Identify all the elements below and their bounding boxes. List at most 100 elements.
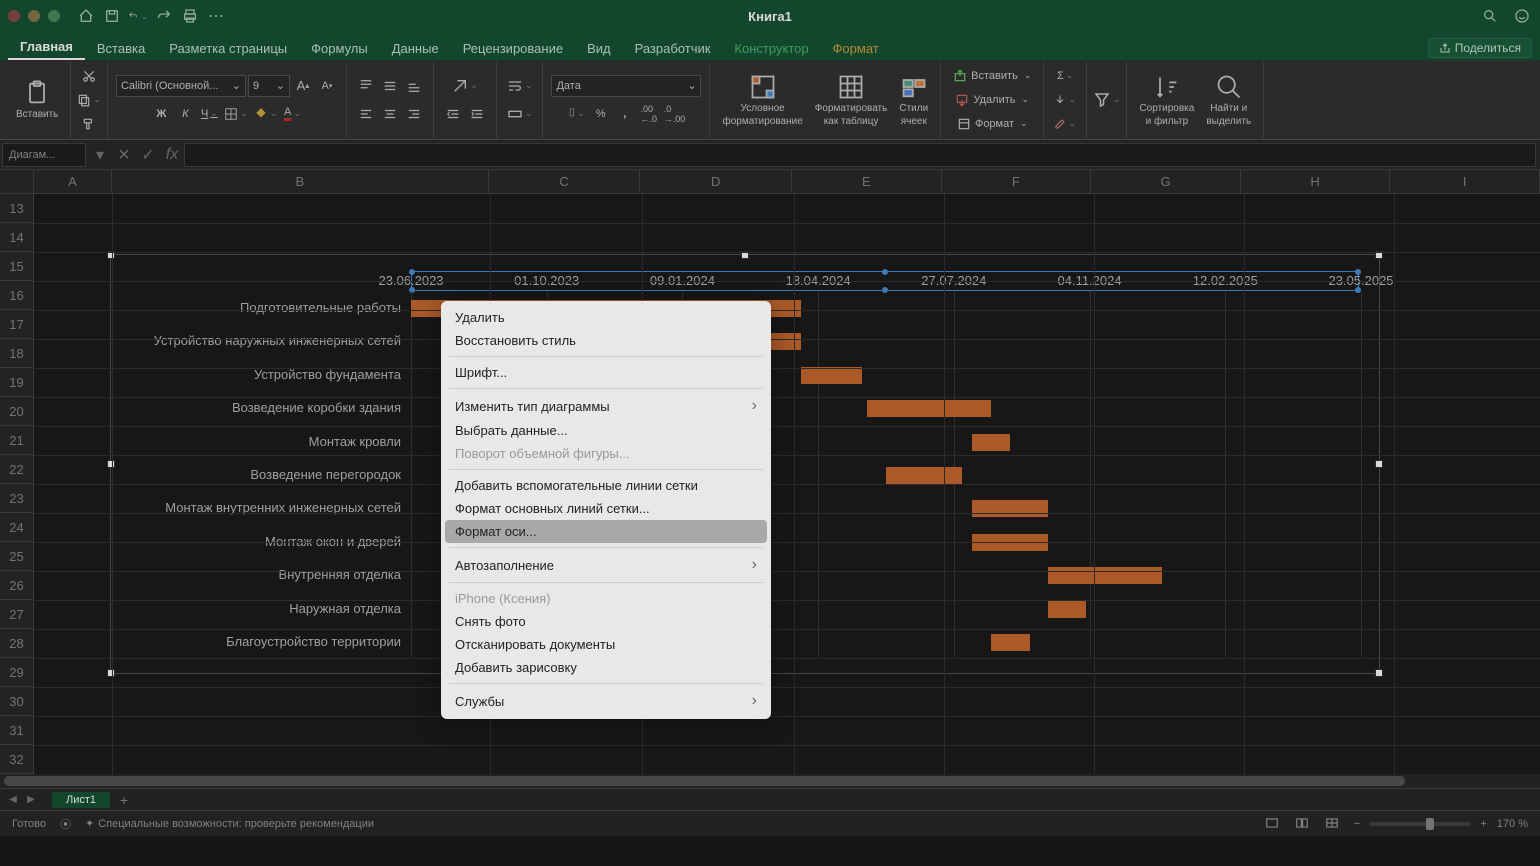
gantt-bar[interactable] — [886, 467, 962, 484]
column-header-H[interactable]: H — [1241, 170, 1391, 193]
find-select-button[interactable]: Найти ивыделить — [1202, 71, 1255, 129]
record-macro-icon[interactable]: ⦿ — [60, 816, 71, 832]
qat-more-icon[interactable]: ⋯ — [206, 6, 226, 26]
sheet-nav-prev[interactable]: ◀ — [4, 791, 22, 809]
fullscreen-window-button[interactable] — [48, 10, 60, 22]
font-size-combo[interactable]: 9⌄ — [248, 75, 290, 97]
page-layout-view-button[interactable] — [1294, 816, 1314, 832]
orientation-button[interactable] — [450, 75, 480, 97]
font-name-combo[interactable]: Calibri (Основной...⌄ — [116, 75, 246, 97]
select-all-corner[interactable] — [0, 170, 34, 194]
sheet-tab-1[interactable]: Лист1 — [52, 792, 110, 808]
row-header-29[interactable]: 29 — [0, 658, 34, 687]
chart-handle-se[interactable] — [1375, 669, 1383, 677]
menu-take-photo[interactable]: Снять фото — [441, 610, 771, 633]
menu-add-sketch[interactable]: Добавить зарисовку — [441, 656, 771, 679]
row-header-24[interactable]: 24 — [0, 513, 34, 542]
italic-button[interactable]: К — [174, 103, 196, 125]
percent-button[interactable]: % — [590, 103, 612, 125]
bold-button[interactable]: Ж — [150, 103, 172, 125]
menu-select-data[interactable]: Выбрать данные... — [441, 419, 771, 442]
menu-services[interactable]: Службы — [441, 688, 771, 714]
align-right-button[interactable] — [403, 103, 425, 125]
column-header-D[interactable]: D — [640, 170, 792, 193]
sheet-nav-next[interactable]: ▶ — [22, 791, 40, 809]
gantt-bar[interactable] — [867, 400, 991, 417]
undo-button[interactable] — [128, 6, 148, 26]
row-header-15[interactable]: 15 — [0, 252, 34, 281]
row-header-17[interactable]: 17 — [0, 310, 34, 339]
cell-styles-button[interactable]: Стилиячеек — [895, 71, 932, 129]
align-middle-button[interactable] — [379, 75, 401, 97]
font-color-button[interactable]: A — [281, 103, 303, 125]
menu-delete[interactable]: Удалить — [441, 306, 771, 329]
conditional-formatting-button[interactable]: Условноеформатирование — [718, 71, 806, 129]
clear-button[interactable] — [1052, 113, 1078, 135]
formula-input[interactable] — [184, 143, 1536, 167]
comma-button[interactable]: , — [614, 103, 636, 125]
decrease-font-button[interactable]: A▾ — [316, 75, 338, 97]
row-header-21[interactable]: 21 — [0, 426, 34, 455]
tab-page-layout[interactable]: Разметка страницы — [157, 37, 299, 60]
row-header-13[interactable]: 13 — [0, 194, 34, 223]
home-icon[interactable] — [76, 6, 96, 26]
chart-handle-e[interactable] — [1375, 460, 1383, 468]
row-header-18[interactable]: 18 — [0, 339, 34, 368]
name-box-dropdown[interactable]: ▾ — [88, 143, 112, 167]
decrease-decimal-button[interactable]: .0→.00 — [662, 103, 688, 125]
row-header-23[interactable]: 23 — [0, 484, 34, 513]
row-header-16[interactable]: 16 — [0, 281, 34, 310]
sort-filter-button[interactable]: Сортировкаи фильтр — [1135, 71, 1198, 129]
row-header-32[interactable]: 32 — [0, 745, 34, 774]
print-icon[interactable] — [180, 6, 200, 26]
row-header-14[interactable]: 14 — [0, 223, 34, 252]
minimize-window-button[interactable] — [28, 10, 40, 22]
insert-cells-button[interactable]: Вставить⌄ — [949, 65, 1035, 87]
column-header-B[interactable]: B — [112, 170, 489, 193]
tab-format[interactable]: Формат — [821, 37, 891, 60]
axis-handle[interactable] — [882, 287, 888, 293]
row-header-20[interactable]: 20 — [0, 397, 34, 426]
delete-cells-button[interactable]: Удалить⌄ — [951, 89, 1033, 111]
format-cells-button[interactable]: Формат⌄ — [953, 113, 1032, 135]
increase-indent-button[interactable] — [466, 103, 488, 125]
tab-developer[interactable]: Разработчик — [623, 37, 723, 60]
format-painter-button[interactable] — [75, 113, 103, 135]
tab-chart-design[interactable]: Конструктор — [722, 37, 820, 60]
menu-font[interactable]: Шрифт... — [441, 361, 771, 384]
number-format-combo[interactable]: Дата⌄ — [551, 75, 701, 97]
wrap-text-button[interactable] — [505, 75, 535, 97]
align-top-button[interactable] — [355, 75, 377, 97]
zoom-out-button[interactable]: − — [1354, 818, 1360, 830]
name-box[interactable]: Диагам... — [2, 143, 86, 167]
menu-format-axis[interactable]: Формат оси... — [445, 520, 767, 543]
menu-add-minor-gridlines[interactable]: Добавить вспомогательные линии сетки — [441, 474, 771, 497]
row-header-31[interactable]: 31 — [0, 716, 34, 745]
share-button[interactable]: Поделиться — [1428, 38, 1532, 58]
fill-color-button[interactable] — [252, 103, 280, 125]
accept-formula-button[interactable]: ✓ — [136, 143, 160, 167]
menu-scan-documents[interactable]: Отсканировать документы — [441, 633, 771, 656]
row-header-19[interactable]: 19 — [0, 368, 34, 397]
decrease-indent-button[interactable] — [442, 103, 464, 125]
increase-decimal-button[interactable]: .00←.0 — [638, 103, 660, 125]
autosum-button[interactable]: Σ — [1054, 65, 1076, 87]
fill-button[interactable] — [1052, 89, 1078, 111]
format-as-table-button[interactable]: Форматироватькак таблицу — [811, 71, 892, 129]
zoom-slider[interactable] — [1370, 822, 1470, 826]
menu-change-chart-type[interactable]: Изменить тип диаграммы — [441, 393, 771, 419]
tab-view[interactable]: Вид — [575, 37, 623, 60]
column-header-F[interactable]: F — [942, 170, 1092, 193]
column-header-G[interactable]: G — [1091, 170, 1241, 193]
tab-home[interactable]: Главная — [8, 35, 85, 60]
chart-handle-w[interactable] — [107, 460, 115, 468]
gantt-bar[interactable] — [801, 367, 863, 384]
column-header-A[interactable]: A — [34, 170, 112, 193]
currency-button[interactable]: ⌷ — [566, 103, 588, 125]
row-header-22[interactable]: 22 — [0, 455, 34, 484]
gantt-bar[interactable] — [972, 434, 1010, 451]
row-header-25[interactable]: 25 — [0, 542, 34, 571]
gantt-bar[interactable] — [1048, 567, 1162, 584]
align-bottom-button[interactable] — [403, 75, 425, 97]
fx-button[interactable]: fx — [160, 143, 184, 167]
